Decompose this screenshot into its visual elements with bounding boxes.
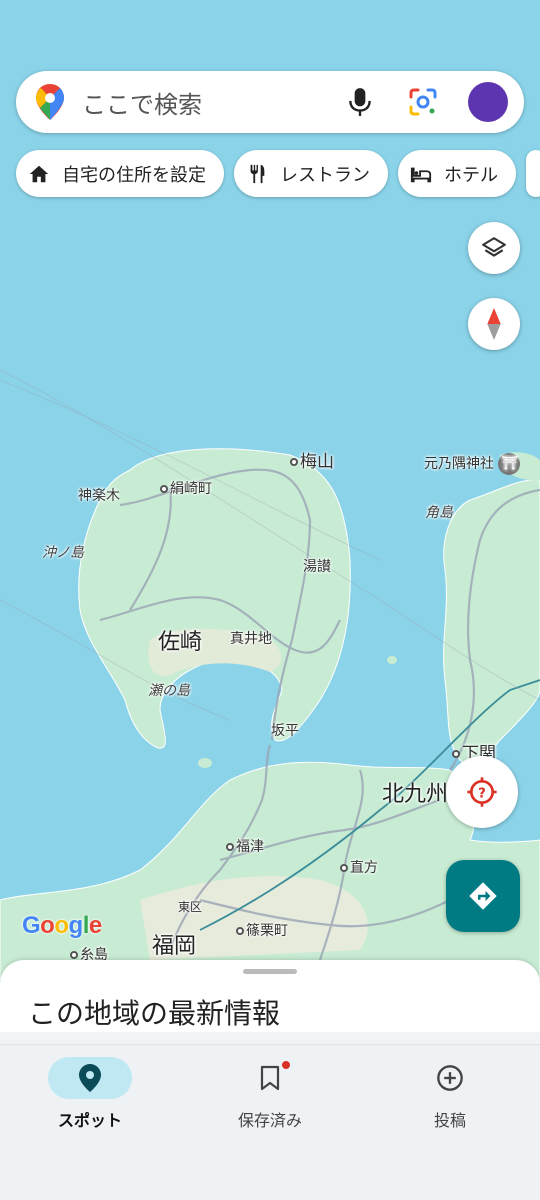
nav-label-saved: 保存済み [237, 1111, 302, 1130]
map-label-fukutsu[interactable]: 福津 [226, 836, 264, 856]
bookmark-icon [260, 1065, 280, 1091]
notification-dot [282, 1061, 290, 1069]
map-label-maichi[interactable]: 真井地 [230, 628, 272, 648]
google-logo: Google [22, 912, 102, 939]
nav-icon-wrap [48, 1057, 132, 1099]
add-circle-icon [437, 1065, 463, 1091]
hotel-icon [410, 167, 432, 182]
nav-tab-spots[interactable]: スポット [20, 1057, 160, 1131]
chip-more[interactable] [526, 150, 540, 197]
svg-text:?: ? [478, 786, 486, 801]
sheet-divider [0, 1032, 540, 1044]
map-label-kagurago[interactable]: 神楽木 [78, 485, 120, 505]
map-label-okinoshima[interactable]: 沖ノ島 [42, 542, 84, 562]
google-maps-pin-icon [36, 84, 64, 120]
layers-button[interactable] [468, 222, 520, 274]
directions-icon [469, 882, 497, 910]
sheet-drag-handle[interactable] [243, 969, 297, 974]
bottom-navigation: スポット 保存済み 投稿 [0, 1044, 540, 1200]
map-label-sakizaki[interactable]: 佐崎 [158, 624, 202, 656]
chip-hotel[interactable]: ホテル [398, 150, 516, 197]
map-label-higashiku[interactable]: 東区 [178, 898, 202, 915]
location-pin-icon [79, 1064, 101, 1092]
shrine-icon: ⛩ [498, 453, 521, 475]
map-label-senoshima[interactable]: 瀬の島 [148, 680, 190, 700]
map-label-fukuoka[interactable]: 福岡 [152, 928, 196, 960]
compass-button[interactable] [468, 298, 520, 350]
map-label-tsunoshima[interactable]: 角島 [425, 502, 453, 522]
map-label-yusan[interactable]: 湯讃 [303, 556, 331, 576]
map-label-nogata[interactable]: 直方 [340, 857, 378, 877]
chip-label: ホテル [444, 164, 498, 186]
map-label-kinugasa[interactable]: 絹崎町 [160, 478, 212, 498]
nav-icon-wrap [408, 1057, 492, 1099]
category-chips: 自宅の住所を設定 レストラン ホテル [16, 150, 540, 197]
search-input[interactable]: ここで検索 [82, 85, 346, 120]
nav-icon-wrap [228, 1057, 312, 1099]
home-icon [29, 165, 49, 182]
layers-icon [482, 237, 506, 257]
nav-tab-post[interactable]: 投稿 [380, 1057, 520, 1131]
chip-label: レストラン [280, 164, 370, 186]
nav-label-post: 投稿 [433, 1111, 466, 1130]
chip-set-home[interactable]: 自宅の住所を設定 [16, 150, 224, 197]
chip-label: 自宅の住所を設定 [62, 164, 206, 186]
map-canvas[interactable]: 梅山 元乃隅神社 ⛩ 絹崎町 神楽木 角島 沖ノ島 湯讃 佐崎 真井地 瀬の島 … [0, 0, 540, 981]
map-label-sakahira[interactable]: 坂平 [271, 720, 299, 740]
nav-tab-saved[interactable]: 保存済み [200, 1057, 340, 1131]
map-label-sasaguri[interactable]: 篠栗町 [236, 920, 288, 940]
avatar[interactable] [468, 82, 508, 122]
search-bar[interactable]: ここで検索 [16, 71, 524, 133]
map-label-umeyama[interactable]: 梅山 [290, 447, 334, 472]
restaurant-icon [250, 164, 265, 183]
my-location-button[interactable]: ? [446, 756, 518, 828]
map-label-motonosumi[interactable]: 元乃隅神社 ⛩ [424, 453, 521, 475]
compass-icon [487, 308, 501, 340]
map-label-kitakyushu[interactable]: 北九州 [382, 776, 448, 808]
directions-button[interactable] [446, 860, 520, 932]
nav-label-spots: スポット [57, 1111, 122, 1130]
chip-restaurant[interactable]: レストラン [234, 150, 388, 197]
sheet-title: この地域の最新情報 [28, 997, 281, 1030]
location-unknown-icon: ? [467, 777, 497, 807]
microphone-icon[interactable] [346, 87, 374, 117]
google-lens-icon[interactable] [408, 87, 438, 117]
